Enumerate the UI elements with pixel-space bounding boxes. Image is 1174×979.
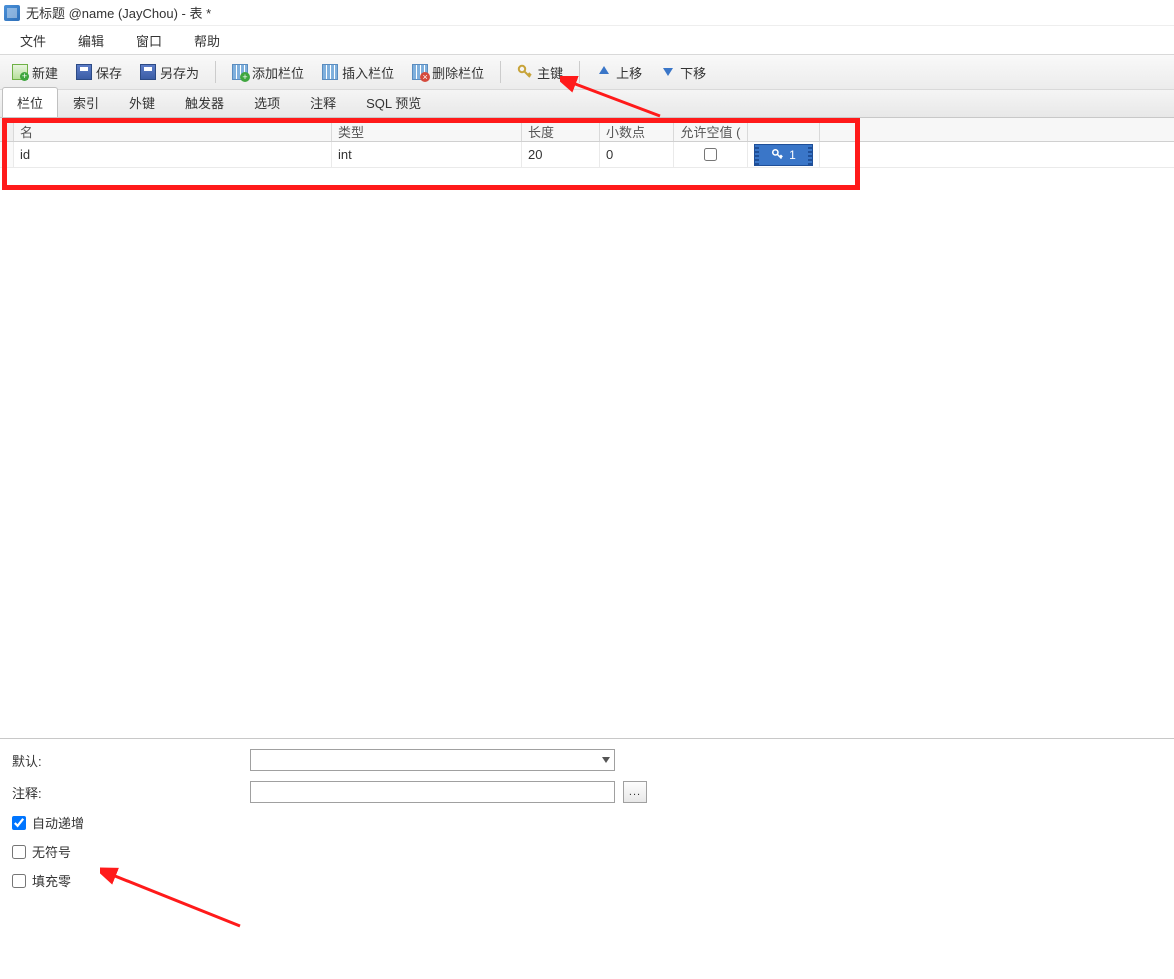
cell-null[interactable]	[674, 142, 748, 167]
save-button[interactable]: 保存	[68, 59, 130, 86]
tab-comment[interactable]: 注释	[295, 87, 351, 117]
tab-fields[interactable]: 栏位	[2, 87, 58, 117]
toolbar: 新建 保存 另存为 添加栏位 插入栏位 删除栏位 主键 上移 下移	[0, 54, 1174, 90]
insertcol-button[interactable]: 插入栏位	[314, 59, 402, 86]
delcol-label: 删除栏位	[432, 63, 484, 82]
menu-file[interactable]: 文件	[4, 27, 62, 54]
app-icon	[4, 5, 20, 21]
grid-header: 名 类型 长度 小数点 允许空值 (	[0, 118, 1174, 142]
zerofill-row: 填充零	[12, 871, 1162, 890]
col-header-type[interactable]: 类型	[332, 118, 522, 141]
moveup-button[interactable]: 上移	[588, 59, 650, 86]
grid-empty-area[interactable]	[0, 168, 1174, 738]
pk-indicator[interactable]: 1	[754, 144, 813, 166]
pk-number: 1	[789, 148, 796, 162]
movedown-label: 下移	[680, 63, 706, 82]
row-handle[interactable]	[0, 142, 14, 167]
cell-type[interactable]: int	[332, 142, 522, 167]
moveup-label: 上移	[616, 63, 642, 82]
key-icon	[771, 148, 785, 162]
col-header-pk[interactable]	[748, 118, 820, 141]
saveas-icon	[140, 64, 156, 80]
fields-grid: 名 类型 长度 小数点 允许空值 ( id int 20 0 1	[0, 118, 1174, 738]
col-header-null[interactable]: 允许空值 (	[674, 118, 748, 141]
col-header-decimal[interactable]: 小数点	[600, 118, 674, 141]
auto-increment-label: 自动递增	[32, 813, 84, 832]
comment-more-button[interactable]: ...	[623, 781, 647, 803]
auto-increment-checkbox[interactable]	[12, 816, 26, 830]
window-title: 无标题 @name (JayChou) - 表 *	[26, 3, 211, 22]
cell-length[interactable]: 20	[522, 142, 600, 167]
titlebar: 无标题 @name (JayChou) - 表 *	[0, 0, 1174, 26]
addcol-button[interactable]: 添加栏位	[224, 59, 312, 86]
separator	[215, 61, 216, 83]
field-properties-panel: 默认: 注释: ... 自动递增 无符号 填充零	[0, 738, 1174, 900]
insertcol-icon	[322, 64, 338, 80]
comment-input[interactable]	[250, 781, 615, 803]
separator	[500, 61, 501, 83]
default-row: 默认:	[12, 749, 1162, 771]
cell-name[interactable]: id	[14, 142, 332, 167]
table-row[interactable]: id int 20 0 1	[0, 142, 1174, 168]
primarykey-button[interactable]: 主键	[509, 59, 571, 86]
unsigned-checkbox[interactable]	[12, 845, 26, 859]
tab-sql[interactable]: SQL 预览	[351, 87, 436, 117]
tab-fk[interactable]: 外键	[114, 87, 170, 117]
arrow-down-icon	[660, 64, 676, 80]
unsigned-label: 无符号	[32, 842, 71, 861]
cell-pk[interactable]: 1	[748, 142, 820, 167]
auto-increment-row: 自动递增	[12, 813, 1162, 832]
zerofill-label: 填充零	[32, 871, 71, 890]
cell-decimal[interactable]: 0	[600, 142, 674, 167]
new-icon	[12, 64, 28, 80]
movedown-button[interactable]: 下移	[652, 59, 714, 86]
comment-row: 注释: ...	[12, 781, 1162, 803]
zerofill-checkbox[interactable]	[12, 874, 26, 888]
tab-options[interactable]: 选项	[239, 87, 295, 117]
tabs: 栏位 索引 外键 触发器 选项 注释 SQL 预览	[0, 90, 1174, 118]
pk-label: 主键	[537, 63, 563, 82]
addcol-label: 添加栏位	[252, 63, 304, 82]
null-checkbox[interactable]	[704, 148, 717, 161]
saveas-label: 另存为	[160, 63, 199, 82]
save-label: 保存	[96, 63, 122, 82]
insertcol-label: 插入栏位	[342, 63, 394, 82]
default-combo[interactable]	[250, 749, 615, 771]
new-button[interactable]: 新建	[4, 59, 66, 86]
default-label: 默认:	[12, 751, 242, 770]
menubar: 文件 编辑 窗口 帮助	[0, 26, 1174, 54]
tab-index[interactable]: 索引	[58, 87, 114, 117]
separator	[579, 61, 580, 83]
delcol-icon	[412, 64, 428, 80]
arrow-up-icon	[596, 64, 612, 80]
new-label: 新建	[32, 63, 58, 82]
menu-edit[interactable]: 编辑	[62, 27, 120, 54]
addcol-icon	[232, 64, 248, 80]
menu-window[interactable]: 窗口	[120, 27, 178, 54]
saveas-button[interactable]: 另存为	[132, 59, 207, 86]
delcol-button[interactable]: 删除栏位	[404, 59, 492, 86]
col-header-length[interactable]: 长度	[522, 118, 600, 141]
menu-help[interactable]: 帮助	[178, 27, 236, 54]
row-handle-header	[0, 118, 14, 141]
unsigned-row: 无符号	[12, 842, 1162, 861]
comment-label: 注释:	[12, 783, 242, 802]
tab-trigger[interactable]: 触发器	[170, 87, 239, 117]
key-icon	[517, 64, 533, 80]
col-header-name[interactable]: 名	[14, 118, 332, 141]
save-icon	[76, 64, 92, 80]
